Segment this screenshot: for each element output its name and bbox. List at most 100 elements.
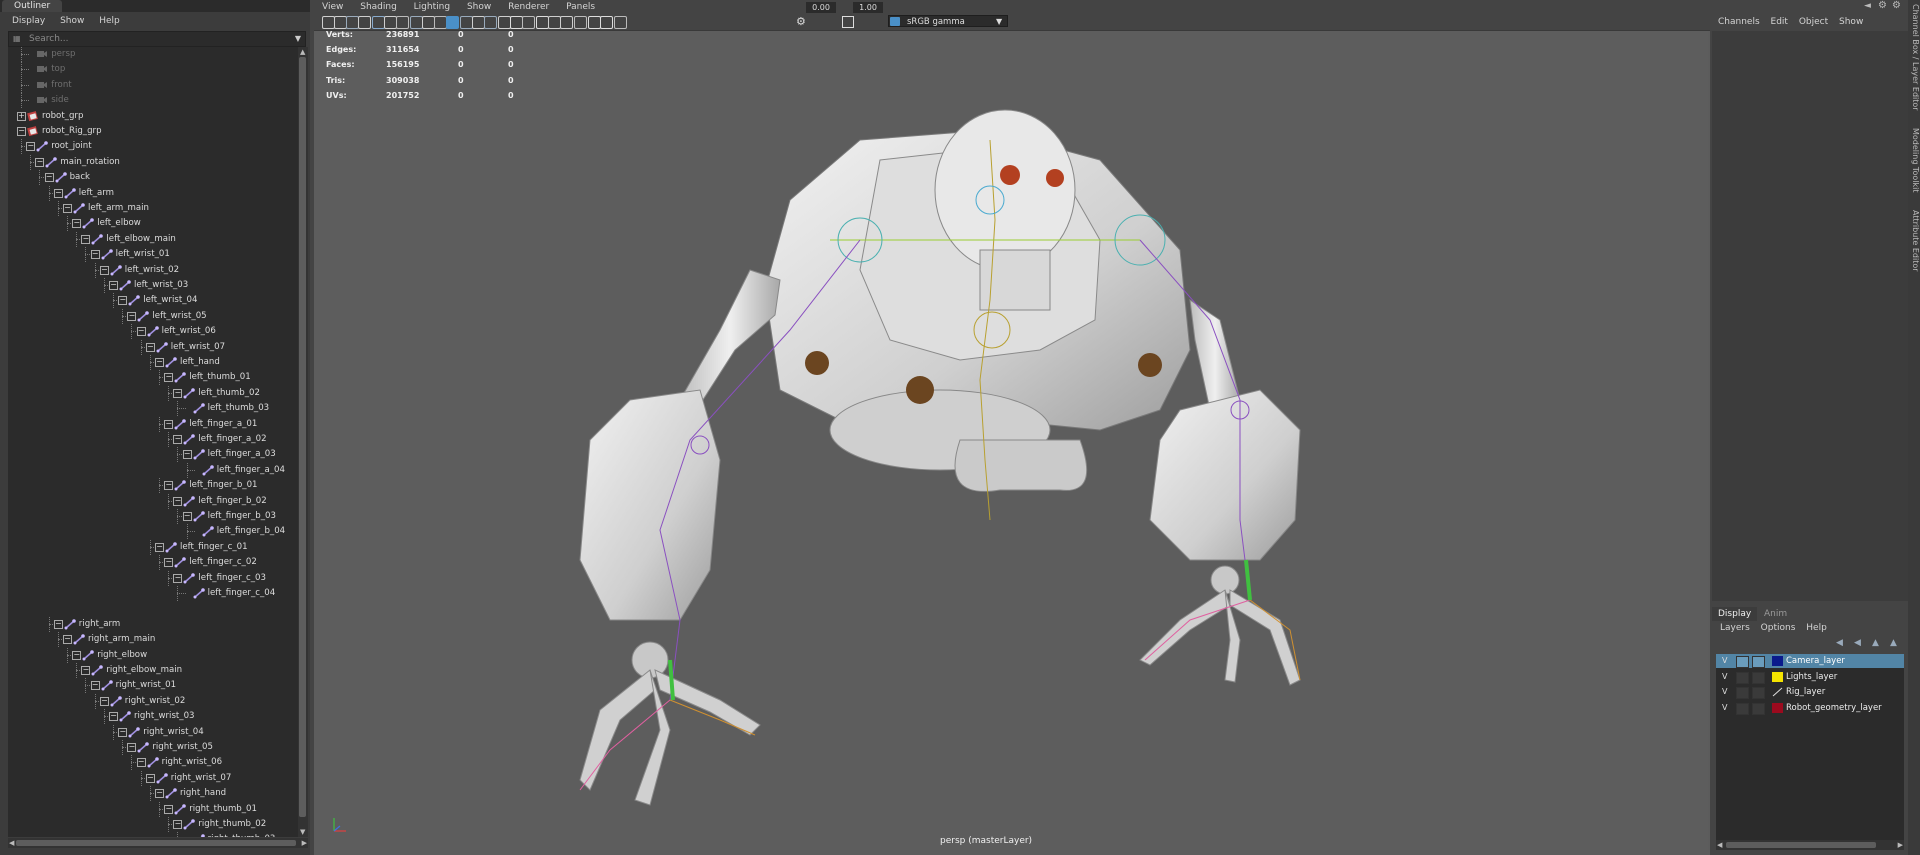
- collapse-icon[interactable]: −: [90, 250, 100, 260]
- object-menu[interactable]: Object: [1799, 14, 1828, 30]
- edit-menu[interactable]: Edit: [1771, 14, 1788, 30]
- collapse-icon[interactable]: −: [72, 219, 82, 229]
- outliner-row[interactable]: left_finger_a_04: [8, 462, 300, 478]
- collapse-icon[interactable]: −: [155, 789, 164, 799]
- layer-state-toggle[interactable]: [1736, 687, 1749, 699]
- collapse-icon[interactable]: −: [26, 142, 36, 152]
- collapse-icon[interactable]: −: [173, 496, 183, 506]
- outliner-row[interactable]: − left_elbow: [8, 216, 300, 232]
- outliner-row[interactable]: − left_wrist_03: [8, 278, 300, 293]
- outliner-row[interactable]: − right_elbow: [8, 647, 300, 663]
- collapse-icon[interactable]: −: [127, 743, 137, 752]
- outliner-row[interactable]: − right_thumb_01: [8, 801, 300, 817]
- outliner-row[interactable]: − left_elbow_main: [8, 231, 300, 247]
- scrollbar-thumb[interactable]: [299, 57, 306, 817]
- viewport-menu-view[interactable]: View: [322, 0, 343, 14]
- layer-visibility-toggle[interactable]: V: [1722, 670, 1727, 684]
- tab-display[interactable]: Display: [1712, 607, 1758, 621]
- collapse-icon[interactable]: −: [99, 696, 109, 706]
- side-tab-attribute-editor[interactable]: Attribute Editor: [1908, 210, 1920, 272]
- outliner-row[interactable]: left_thumb_03: [8, 401, 300, 417]
- layer-horizontal-scrollbar[interactable]: ◀ ▶: [1716, 840, 1904, 850]
- outliner-row[interactable]: − right_arm_main: [8, 632, 300, 648]
- collapse-icon[interactable]: −: [72, 650, 82, 660]
- layer-color-swatch[interactable]: [1772, 702, 1783, 713]
- collapse-icon[interactable]: −: [164, 804, 174, 814]
- collapse-icon[interactable]: −: [109, 281, 118, 290]
- viewport-menu-renderer[interactable]: Renderer: [508, 0, 549, 14]
- outliner-row[interactable]: − right_thumb_02: [8, 817, 300, 832]
- help-menu[interactable]: Help: [1806, 621, 1827, 635]
- collapse-icon[interactable]: −: [109, 712, 118, 722]
- outliner-row[interactable]: − back: [8, 170, 300, 186]
- outliner-row[interactable]: left_finger_b_04: [8, 524, 300, 540]
- outliner-row[interactable]: − left_finger_c_01: [8, 539, 300, 555]
- collapse-icon[interactable]: −: [136, 758, 146, 768]
- outliner-row[interactable]: − left_hand: [8, 355, 300, 370]
- viewport-tool-icon[interactable]: [358, 16, 371, 29]
- layer-visibility-toggle[interactable]: V: [1722, 654, 1727, 668]
- outliner-tab[interactable]: Outliner: [2, 0, 63, 12]
- viewport-tool-icon[interactable]: [522, 16, 535, 29]
- options-menu[interactable]: Options: [1761, 621, 1796, 635]
- outliner-row[interactable]: − right_wrist_02: [8, 693, 300, 709]
- collapse-icon[interactable]: −: [164, 558, 174, 568]
- layer-state-toggle[interactable]: [1752, 656, 1765, 668]
- outliner-row[interactable]: − right_wrist_01: [8, 678, 300, 694]
- layer-visibility-toggle[interactable]: V: [1722, 685, 1727, 699]
- collapse-icon[interactable]: −: [81, 666, 91, 675]
- outliner-row[interactable]: − left_finger_b_02: [8, 493, 300, 509]
- collapse-icon[interactable]: −: [63, 635, 72, 645]
- move-layer-down-icon[interactable]: ◀: [1854, 638, 1861, 648]
- layer-state-toggle[interactable]: [1752, 702, 1765, 715]
- outliner-menu-show[interactable]: Show: [60, 13, 84, 29]
- layer-row[interactable]: V Robot_geometry_layer: [1716, 701, 1904, 715]
- layer-state-toggle[interactable]: [1752, 671, 1765, 684]
- collapse-icon[interactable]: −: [173, 435, 183, 444]
- layer-state-toggle[interactable]: [1752, 687, 1765, 699]
- layer-color-swatch[interactable]: [1772, 656, 1783, 666]
- viewport-tool-icon[interactable]: [560, 16, 573, 29]
- collapse-icon[interactable]: −: [136, 327, 146, 337]
- outliner-row[interactable]: − main_rotation: [8, 154, 300, 170]
- scrollbar-thumb[interactable]: [1726, 842, 1876, 848]
- viewport-menu-shading[interactable]: Shading: [360, 0, 397, 14]
- chevron-down-icon[interactable]: ▼: [996, 15, 1002, 28]
- collapse-icon[interactable]: −: [173, 573, 183, 583]
- collapse-icon[interactable]: −: [99, 265, 109, 275]
- outliner-menu-display[interactable]: Display: [12, 13, 45, 29]
- filter-icon[interactable]: ▦: [13, 34, 23, 44]
- outliner-row[interactable]: − left_finger_a_02: [8, 432, 300, 447]
- outliner-menu-help[interactable]: Help: [99, 13, 120, 29]
- layer-state-toggle[interactable]: [1736, 671, 1749, 684]
- scroll-left-icon[interactable]: ◀: [9, 838, 14, 848]
- show-menu[interactable]: Show: [1839, 14, 1863, 30]
- outliner-row[interactable]: side: [8, 93, 300, 109]
- collapse-icon[interactable]: −: [35, 157, 45, 167]
- layer-row[interactable]: V Rig_layer: [1716, 685, 1904, 699]
- scroll-left-icon[interactable]: ◀: [1717, 840, 1722, 850]
- layer-color-swatch[interactable]: [1772, 671, 1783, 682]
- layer-state-toggle[interactable]: [1736, 656, 1749, 668]
- scroll-up-icon[interactable]: ▲: [300, 47, 305, 57]
- outliner-row[interactable]: persp: [8, 47, 300, 62]
- viewport-menu-lighting[interactable]: Lighting: [414, 0, 450, 14]
- color-management-toggle-icon[interactable]: [890, 17, 900, 26]
- robot-model-render[interactable]: [540, 100, 1360, 820]
- scroll-right-icon[interactable]: ▶: [302, 838, 307, 848]
- side-tab-channel-box[interactable]: Channel Box / Layer Editor: [1908, 4, 1920, 111]
- collapse-icon[interactable]: −: [44, 173, 54, 183]
- collapse-icon[interactable]: −: [17, 127, 26, 136]
- outliner-row[interactable]: − robot_Rig_grp: [8, 124, 300, 139]
- layer-row[interactable]: V Camera_layer: [1716, 654, 1904, 668]
- collapse-icon[interactable]: −: [173, 820, 183, 829]
- outliner-row[interactable]: − left_finger_b_03: [8, 509, 300, 524]
- collapse-icon[interactable]: −: [118, 296, 128, 306]
- layer-row[interactable]: V Lights_layer: [1716, 670, 1904, 684]
- outliner-row[interactable]: − left_thumb_01: [8, 370, 300, 386]
- viewport-tool-icon[interactable]: [574, 16, 587, 29]
- scroll-right-icon[interactable]: ▶: [1898, 840, 1903, 850]
- layer-state-toggle[interactable]: [1736, 702, 1749, 715]
- viewport-tool-icon[interactable]: [484, 16, 497, 29]
- outliner-row[interactable]: − left_arm: [8, 185, 300, 201]
